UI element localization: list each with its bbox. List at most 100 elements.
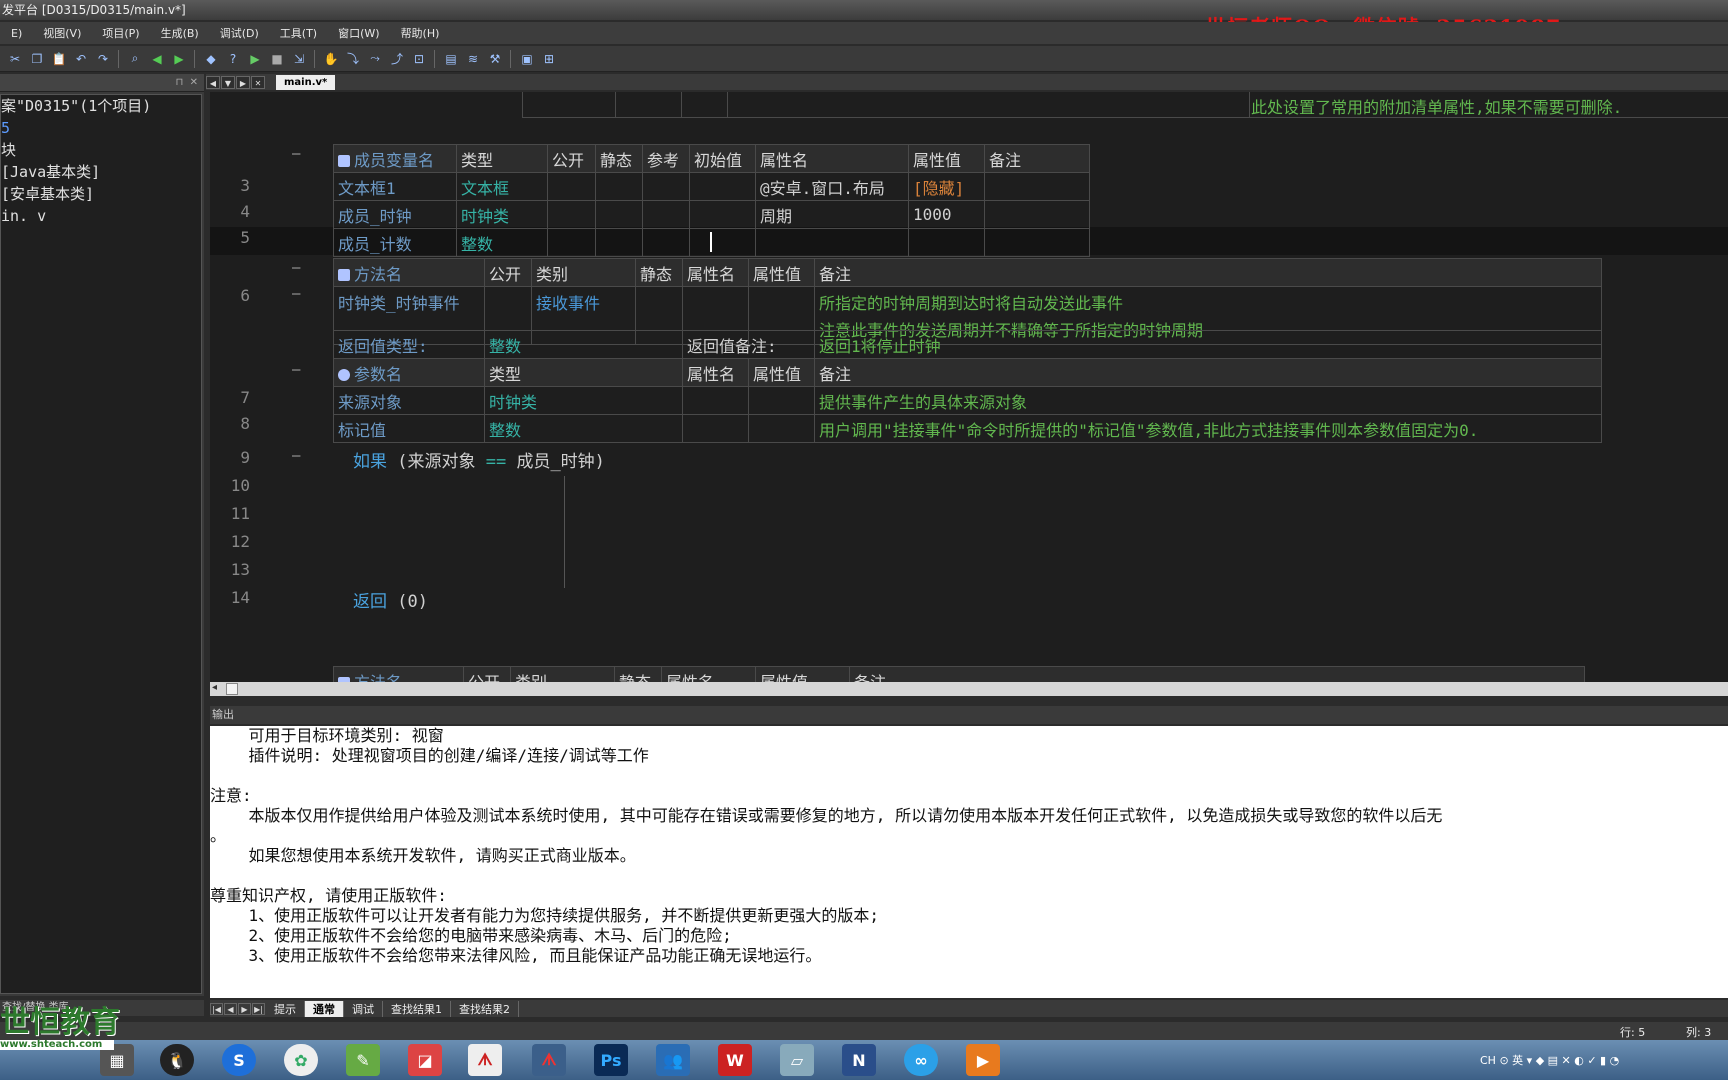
tab-find-results-1[interactable]: 查找结果1 bbox=[383, 1000, 451, 1017]
member-type[interactable]: 整数 bbox=[456, 228, 548, 257]
output-panel[interactable]: 可用于目标环境类别: 视窗 插件说明: 处理视窗项目的创建/编译/连接/调试等工… bbox=[210, 726, 1728, 998]
tree-item-main-file[interactable]: in. v bbox=[1, 205, 201, 227]
window-icon[interactable]: ▣ bbox=[518, 50, 536, 68]
member-prop-value[interactable]: 1000 bbox=[908, 200, 985, 229]
menu-tools[interactable]: 工具(T) bbox=[269, 25, 327, 41]
param-type[interactable]: 时钟类 bbox=[484, 386, 683, 415]
ide-app-icon[interactable]: ᗑ bbox=[468, 1044, 502, 1076]
table-row[interactable]: 成员_时钟 时钟类 周期 1000 bbox=[333, 200, 1090, 229]
eraser-app-icon[interactable]: ◪ bbox=[408, 1044, 442, 1076]
member-name[interactable]: 成员_时钟 bbox=[333, 200, 457, 229]
step-into-icon[interactable]: ⤵ bbox=[344, 50, 362, 68]
help-icon[interactable]: ? bbox=[224, 50, 242, 68]
member-type[interactable]: 文本框 bbox=[456, 172, 548, 201]
pin-icon[interactable]: ⊓ bbox=[175, 77, 183, 88]
member-prop-value[interactable] bbox=[908, 228, 985, 257]
hand-icon[interactable]: ✋ bbox=[322, 50, 340, 68]
return-type-value[interactable]: 整数 bbox=[484, 330, 683, 359]
menu-edit[interactable]: E) bbox=[0, 27, 32, 40]
tab-last-icon[interactable]: ▶| bbox=[252, 1002, 265, 1015]
breakpoint-icon[interactable]: ⊡ bbox=[410, 50, 428, 68]
search-icon[interactable]: ⊙ bbox=[1499, 1054, 1508, 1067]
close-icon[interactable]: ✕ bbox=[190, 77, 198, 88]
ime-indicator[interactable]: CH bbox=[1480, 1054, 1496, 1067]
lang-indicator[interactable]: 英 bbox=[1512, 1054, 1523, 1067]
wps-icon[interactable]: W bbox=[718, 1044, 752, 1076]
book-app-icon[interactable]: ▱ bbox=[780, 1044, 814, 1076]
menu-debug[interactable]: 调试(D) bbox=[209, 25, 269, 41]
tab-debug[interactable]: 调试 bbox=[344, 1000, 383, 1017]
horizontal-scrollbar[interactable]: ◂ bbox=[210, 682, 1728, 696]
code-line-if[interactable]: 如果 (来源对象 == 成员_时钟) bbox=[353, 447, 605, 472]
tab-next-icon[interactable]: ▶ bbox=[236, 75, 250, 89]
tab-next-icon[interactable]: ▶ bbox=[238, 1002, 251, 1015]
fold-toggle[interactable]: — bbox=[292, 448, 300, 464]
cut-icon[interactable]: ✂ bbox=[6, 50, 24, 68]
forward-icon[interactable]: ▶ bbox=[170, 50, 188, 68]
return-note-value[interactable]: 返回1将停止时钟 bbox=[814, 330, 1602, 359]
table-row[interactable]: 文本框1 文本框 @安卓.窗口.布局 [隐藏] bbox=[333, 172, 1090, 201]
member-name[interactable]: 文本框1 bbox=[333, 172, 457, 201]
member-prop-value[interactable]: [隐藏] bbox=[908, 172, 985, 201]
media-player-icon[interactable]: ▶ bbox=[966, 1044, 1000, 1076]
compile-icon[interactable]: ◆ bbox=[202, 50, 220, 68]
find-icon[interactable]: ⌕ bbox=[126, 50, 144, 68]
copy-icon[interactable]: ❐ bbox=[28, 50, 46, 68]
scroll-left-icon[interactable]: ◂ bbox=[212, 682, 217, 693]
undo-icon[interactable]: ↶ bbox=[72, 50, 90, 68]
fold-toggle[interactable]: — bbox=[292, 286, 300, 302]
sogou-icon[interactable]: S bbox=[222, 1044, 256, 1076]
menu-help[interactable]: 帮助(H) bbox=[390, 25, 450, 41]
tab-prev-icon[interactable]: ◀ bbox=[224, 1002, 237, 1015]
watch-icon[interactable]: ▤ bbox=[442, 50, 460, 68]
table-row[interactable]: 来源对象 时钟类 提供事件产生的具体来源对象 bbox=[333, 386, 1602, 415]
param-note[interactable]: 提供事件产生的具体来源对象 bbox=[814, 386, 1602, 415]
stop-icon[interactable]: ■ bbox=[268, 50, 286, 68]
menu-build[interactable]: 生成(B) bbox=[150, 25, 209, 41]
tab-first-icon[interactable]: |◀ bbox=[210, 1002, 223, 1015]
tab-find-results-2[interactable]: 查找结果2 bbox=[451, 1000, 519, 1017]
preview-icon[interactable]: ⊞ bbox=[540, 50, 558, 68]
menu-window[interactable]: 窗口(W) bbox=[327, 25, 389, 41]
tab-hint[interactable]: 提示 bbox=[266, 1000, 305, 1017]
table-row[interactable]: 标记值 整数 用户调用"挂接事件"命令时所提供的"标记值"参数值,非此方式挂接事… bbox=[333, 414, 1602, 443]
fold-toggle[interactable]: — bbox=[292, 146, 300, 162]
ide2-app-icon[interactable]: ᗑ bbox=[532, 1044, 566, 1076]
menu-project[interactable]: 项目(P) bbox=[91, 25, 149, 41]
param-name[interactable]: 标记值 bbox=[333, 414, 485, 443]
tab-general[interactable]: 通常 bbox=[305, 1000, 344, 1017]
run-icon[interactable]: ▶ bbox=[246, 50, 264, 68]
tree-item-project[interactable]: 5 bbox=[1, 117, 201, 139]
table-row[interactable]: 返回值类型: 整数 返回值备注: 返回1将停止时钟 bbox=[333, 330, 1602, 359]
photoshop-icon[interactable]: Ps bbox=[594, 1044, 628, 1076]
tab-close-icon[interactable]: ✕ bbox=[251, 75, 265, 89]
tab-list-icon[interactable]: ▼ bbox=[221, 75, 235, 89]
step-over-icon[interactable]: ⤳ bbox=[366, 50, 384, 68]
scroll-thumb[interactable] bbox=[226, 683, 238, 695]
layers-icon[interactable]: ≋ bbox=[464, 50, 482, 68]
member-prop-name[interactable]: @安卓.窗口.布局 bbox=[755, 172, 909, 201]
code-editor[interactable]: 此处设置了常用的附加清单属性,如果不需要可删除. — 3 4 5 成员变量名 类… bbox=[210, 92, 1728, 682]
chat-app-icon[interactable]: ∞ bbox=[904, 1044, 938, 1076]
tools-icon[interactable]: ⚒ bbox=[486, 50, 504, 68]
code-line-return[interactable]: 返回 (0) bbox=[353, 587, 428, 612]
member-name[interactable]: 成员_计数 bbox=[333, 228, 457, 257]
tools-app-icon[interactable]: ✎ bbox=[346, 1044, 380, 1076]
people-app-icon[interactable]: 👥 bbox=[656, 1044, 690, 1076]
back-icon[interactable]: ◀ bbox=[148, 50, 166, 68]
param-note[interactable]: 用户调用"挂接事件"命令时所提供的"标记值"参数值,非此方式挂接事件则本参数值固… bbox=[814, 414, 1602, 443]
param-type[interactable]: 整数 bbox=[484, 414, 683, 443]
step-icon[interactable]: ⇲ bbox=[290, 50, 308, 68]
member-prop-name[interactable]: 周期 bbox=[755, 200, 909, 229]
menu-view[interactable]: 视图(V) bbox=[32, 25, 91, 41]
network-icon[interactable]: ✿ bbox=[284, 1044, 318, 1076]
param-name[interactable]: 来源对象 bbox=[333, 386, 485, 415]
tab-main-v[interactable]: main.v* bbox=[276, 74, 336, 90]
fold-toggle[interactable]: — bbox=[292, 260, 300, 276]
fold-toggle[interactable]: — bbox=[292, 362, 300, 378]
member-type[interactable]: 时钟类 bbox=[456, 200, 548, 229]
tab-prev-icon[interactable]: ◀ bbox=[206, 75, 220, 89]
qq-icon[interactable]: 🐧 bbox=[160, 1044, 194, 1076]
tray-icons[interactable]: ▾ ◆ ▤ ✕ ◐ ✓ ▮ ◔ bbox=[1527, 1054, 1620, 1067]
tree-item-android-lib[interactable]: [安卓基本类] bbox=[1, 183, 201, 205]
